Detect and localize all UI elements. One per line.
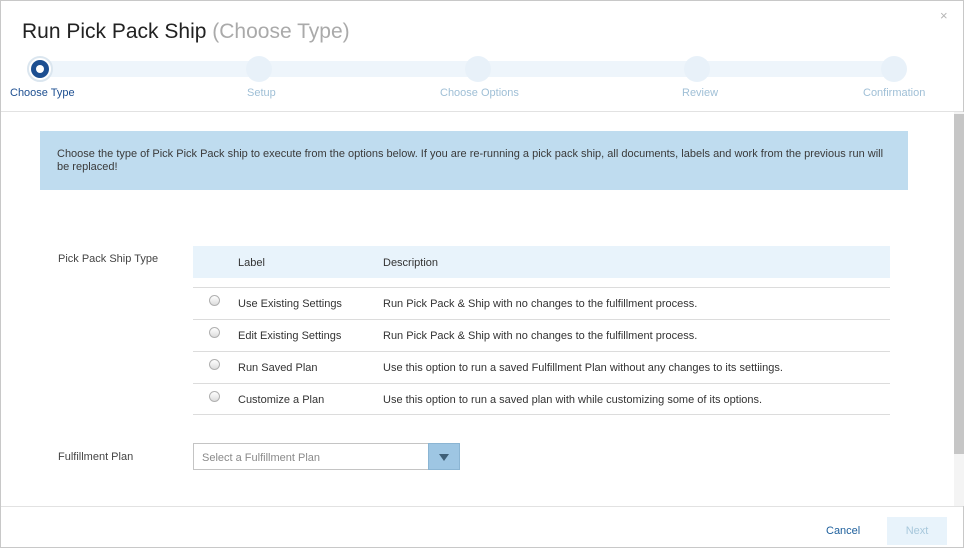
fulfillment-plan-placeholder: Select a Fulfillment Plan	[202, 452, 320, 464]
dialog-title-step: (Choose Type)	[212, 20, 350, 43]
column-header-description: Description	[383, 257, 439, 269]
step-label-confirmation: Confirmation	[863, 87, 926, 99]
fulfillment-plan-select[interactable]: Select a Fulfillment Plan	[193, 443, 460, 470]
info-message: Choose the type of Pick Pick Pack ship t…	[40, 131, 908, 190]
dialog-title: Run Pick Pack Ship (Choose Type)	[22, 20, 350, 44]
step-marker-choose-type	[27, 56, 53, 82]
radio-edit-existing-settings[interactable]	[209, 327, 220, 338]
header-divider	[1, 111, 963, 112]
table-row[interactable]: Edit Existing Settings Run Pick Pack & S…	[193, 319, 890, 351]
step-label-choose-options: Choose Options	[440, 87, 519, 99]
step-marker-review	[684, 56, 710, 82]
row-label: Run Saved Plan	[238, 362, 318, 374]
pick-pack-ship-type-label: Pick Pack Ship Type	[58, 253, 159, 265]
row-label: Use Existing Settings	[238, 298, 342, 310]
column-header-label: Label	[238, 257, 265, 269]
pick-pack-ship-dialog: × Run Pick Pack Ship (Choose Type) Choos…	[0, 0, 964, 548]
type-table-header: Label Description	[193, 246, 890, 278]
radio-customize-a-plan[interactable]	[209, 391, 220, 402]
table-row[interactable]: Customize a Plan Use this option to run …	[193, 383, 890, 415]
dialog-title-main: Run Pick Pack Ship	[22, 20, 207, 43]
row-description: Run Pick Pack & Ship with no changes to …	[383, 330, 698, 342]
row-description: Use this option to run a saved plan with…	[383, 394, 763, 406]
radio-use-existing-settings[interactable]	[209, 295, 220, 306]
next-button[interactable]: Next	[887, 517, 947, 545]
table-row[interactable]: Use Existing Settings Run Pick Pack & Sh…	[193, 287, 890, 319]
scrollbar-thumb[interactable]	[954, 114, 964, 454]
footer-divider	[1, 506, 963, 507]
chevron-down-icon	[439, 454, 449, 461]
dropdown-button[interactable]	[428, 443, 460, 470]
step-label-setup: Setup	[247, 87, 276, 99]
row-description: Use this option to run a saved Fulfillme…	[383, 362, 783, 374]
step-marker-setup	[246, 56, 272, 82]
close-icon[interactable]: ×	[940, 9, 948, 23]
step-label-choose-type: Choose Type	[10, 87, 75, 99]
row-label: Customize a Plan	[238, 394, 325, 406]
radio-run-saved-plan[interactable]	[209, 359, 220, 370]
table-row[interactable]: Run Saved Plan Use this option to run a …	[193, 351, 890, 383]
row-label: Edit Existing Settings	[238, 330, 342, 342]
cancel-button[interactable]: Cancel	[826, 525, 860, 537]
step-marker-choose-options	[465, 56, 491, 82]
fulfillment-plan-label: Fulfillment Plan	[58, 451, 134, 463]
step-label-review: Review	[682, 87, 719, 99]
step-marker-confirmation	[881, 56, 907, 82]
row-description: Run Pick Pack & Ship with no changes to …	[383, 298, 698, 310]
